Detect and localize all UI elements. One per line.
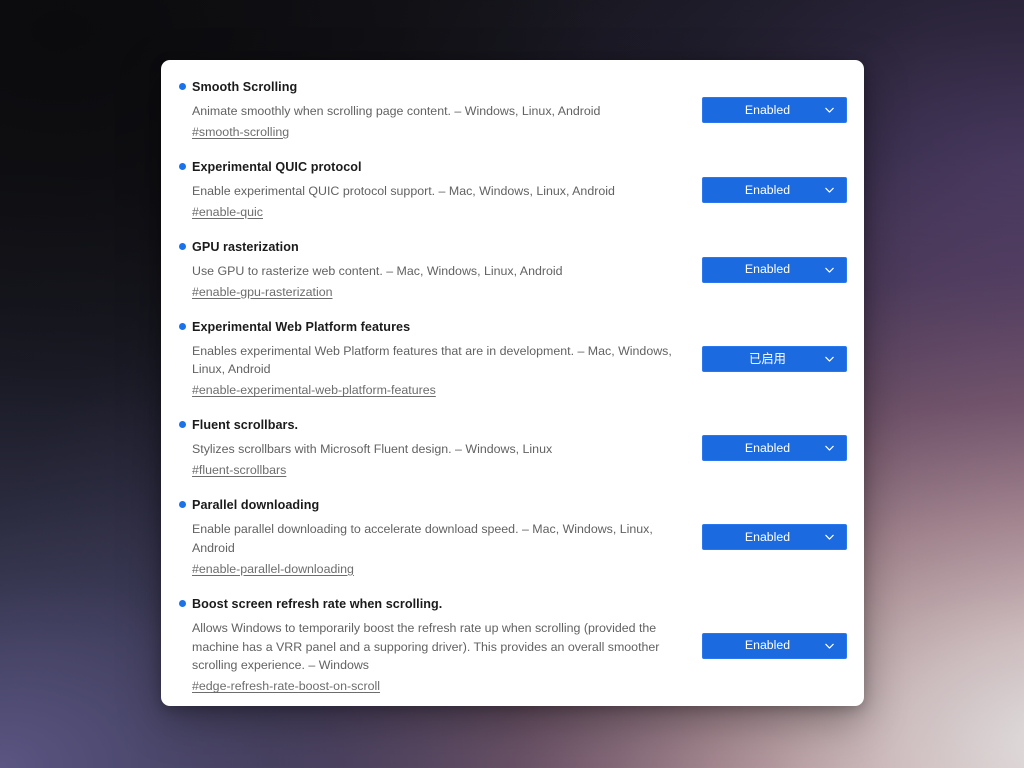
- flag-anchor-link[interactable]: #edge-refresh-rate-boost-on-scroll: [192, 679, 380, 693]
- flag-select-value: Enabled: [744, 182, 791, 197]
- flag-status-dot-icon: [179, 599, 186, 607]
- flag-status-dot-icon: [179, 83, 186, 90]
- chevron-down-icon: [824, 104, 835, 115]
- flag-select-value: Enabled: [744, 638, 791, 653]
- flag-anchor-link[interactable]: #enable-experimental-web-platform-featur…: [192, 383, 436, 397]
- flag-status-dot-icon: [179, 322, 186, 330]
- flag-title: Smooth Scrolling: [192, 80, 298, 94]
- flag-status-dot-icon: [179, 501, 186, 509]
- flag-info: Fluent scrollbars. Stylizes scrollbars wi…: [168, 408, 692, 488]
- flag-title: Experimental QUIC protocol: [192, 159, 362, 174]
- flag-anchor-link[interactable]: #smooth-scrolling: [192, 125, 289, 139]
- flags-card: Smooth Scrolling Animate smoothly when sc…: [161, 60, 864, 706]
- flag-select-value: Enabled: [744, 440, 791, 455]
- flag-description: Stylizes scrollbars with Microsoft Fluen…: [192, 442, 553, 457]
- edge-refresh-rate-boost-on-scroll-select[interactable]: Enabled: [702, 632, 847, 659]
- smooth-scrolling-select[interactable]: Enabled: [702, 96, 847, 123]
- chevron-down-icon: [824, 532, 835, 543]
- enable-gpu-rasterization-select[interactable]: Enabled: [702, 256, 847, 283]
- flag-description: Allows Windows to temporarily boost the …: [192, 620, 660, 673]
- enable-parallel-downloading-select[interactable]: Enabled: [702, 524, 847, 551]
- flag-title-line: Fluent scrollbars.: [179, 417, 692, 434]
- enable-quic-select[interactable]: Enabled: [702, 176, 847, 203]
- flag-anchor-link[interactable]: #enable-parallel-downloading: [192, 562, 354, 576]
- chevron-down-icon: [824, 264, 835, 275]
- flag-title-line: Boost screen refresh rate when scrolling…: [179, 596, 692, 613]
- flag-row: Parallel downloading Enable parallel down…: [168, 488, 852, 587]
- flag-info: Parallel downloading Enable parallel down…: [168, 488, 692, 587]
- flag-anchor-link[interactable]: #enable-gpu-rasterization: [192, 285, 333, 299]
- chevron-down-icon: [824, 184, 835, 195]
- flag-control: Enabled: [692, 524, 852, 551]
- flag-control: Enabled: [692, 256, 852, 283]
- flag-info: Experimental Web Platform features Enable…: [168, 310, 692, 409]
- flag-select-value: 已启用: [749, 351, 786, 366]
- flag-control: 已启用: [692, 345, 852, 372]
- flag-select-value: Enabled: [744, 102, 791, 117]
- flag-select-value: Enabled: [744, 530, 791, 545]
- chevron-down-icon: [824, 640, 835, 651]
- flag-control: Enabled: [692, 632, 852, 659]
- flag-row: Boost screen refresh rate when scrolling…: [168, 587, 852, 705]
- flag-anchor-link[interactable]: #fluent-scrollbars: [192, 463, 286, 477]
- flag-control: Enabled: [692, 435, 852, 462]
- flag-row: Experimental Web Platform features Enable…: [168, 310, 852, 409]
- flags-list: Smooth Scrolling Animate smoothly when sc…: [161, 60, 864, 706]
- chevron-down-icon: [824, 443, 835, 454]
- flag-title-line: Experimental QUIC protocol: [179, 159, 692, 176]
- flag-description: Enable experimental QUIC protocol suppor…: [192, 183, 615, 198]
- flag-row: Fluent scrollbars. Stylizes scrollbars wi…: [168, 408, 852, 488]
- flag-title: Experimental Web Platform features: [192, 319, 411, 334]
- fluent-scrollbars-select[interactable]: Enabled: [702, 435, 847, 462]
- flag-title: Fluent scrollbars.: [192, 418, 299, 433]
- flag-info: GPU rasterization Use GPU to rasterize we…: [168, 230, 692, 310]
- flag-description: Animate smoothly when scrolling page con…: [192, 104, 601, 118]
- flag-description: Enable parallel downloading to accelerat…: [192, 522, 653, 555]
- flag-status-dot-icon: [179, 162, 186, 170]
- flag-title: Boost screen refresh rate when scrolling…: [192, 596, 443, 611]
- flag-row: Smooth Scrolling Animate smoothly when sc…: [168, 66, 852, 150]
- flag-title-line: Smooth Scrolling: [179, 79, 692, 96]
- flag-control: Enabled: [692, 96, 852, 123]
- flag-status-dot-icon: [179, 421, 186, 429]
- chevron-down-icon: [824, 353, 835, 364]
- flag-title-line: Parallel downloading: [179, 497, 692, 514]
- flag-info: Experimental QUIC protocol Enable experim…: [168, 150, 692, 230]
- flag-select-value: Enabled: [744, 262, 791, 277]
- flag-title: GPU rasterization: [192, 239, 299, 254]
- flag-anchor-link[interactable]: #enable-quic: [192, 205, 263, 219]
- flag-control: Enabled: [692, 176, 852, 203]
- enable-experimental-web-platform-features-select[interactable]: 已启用: [702, 345, 847, 372]
- flag-title-line: GPU rasterization: [179, 239, 692, 256]
- flag-status-dot-icon: [179, 242, 186, 250]
- flag-info: Boost screen refresh rate when scrolling…: [168, 587, 692, 705]
- flag-row: Experimental QUIC protocol Enable experim…: [168, 150, 852, 230]
- flag-description: Enables experimental Web Platform featur…: [192, 343, 672, 377]
- flag-description: Use GPU to rasterize web content. – Mac,…: [192, 263, 563, 278]
- flag-info: Smooth Scrolling Animate smoothly when sc…: [168, 70, 692, 150]
- flag-title: Parallel downloading: [192, 498, 320, 513]
- flag-title-line: Experimental Web Platform features: [179, 319, 692, 336]
- flag-row: GPU rasterization Use GPU to rasterize we…: [168, 230, 852, 310]
